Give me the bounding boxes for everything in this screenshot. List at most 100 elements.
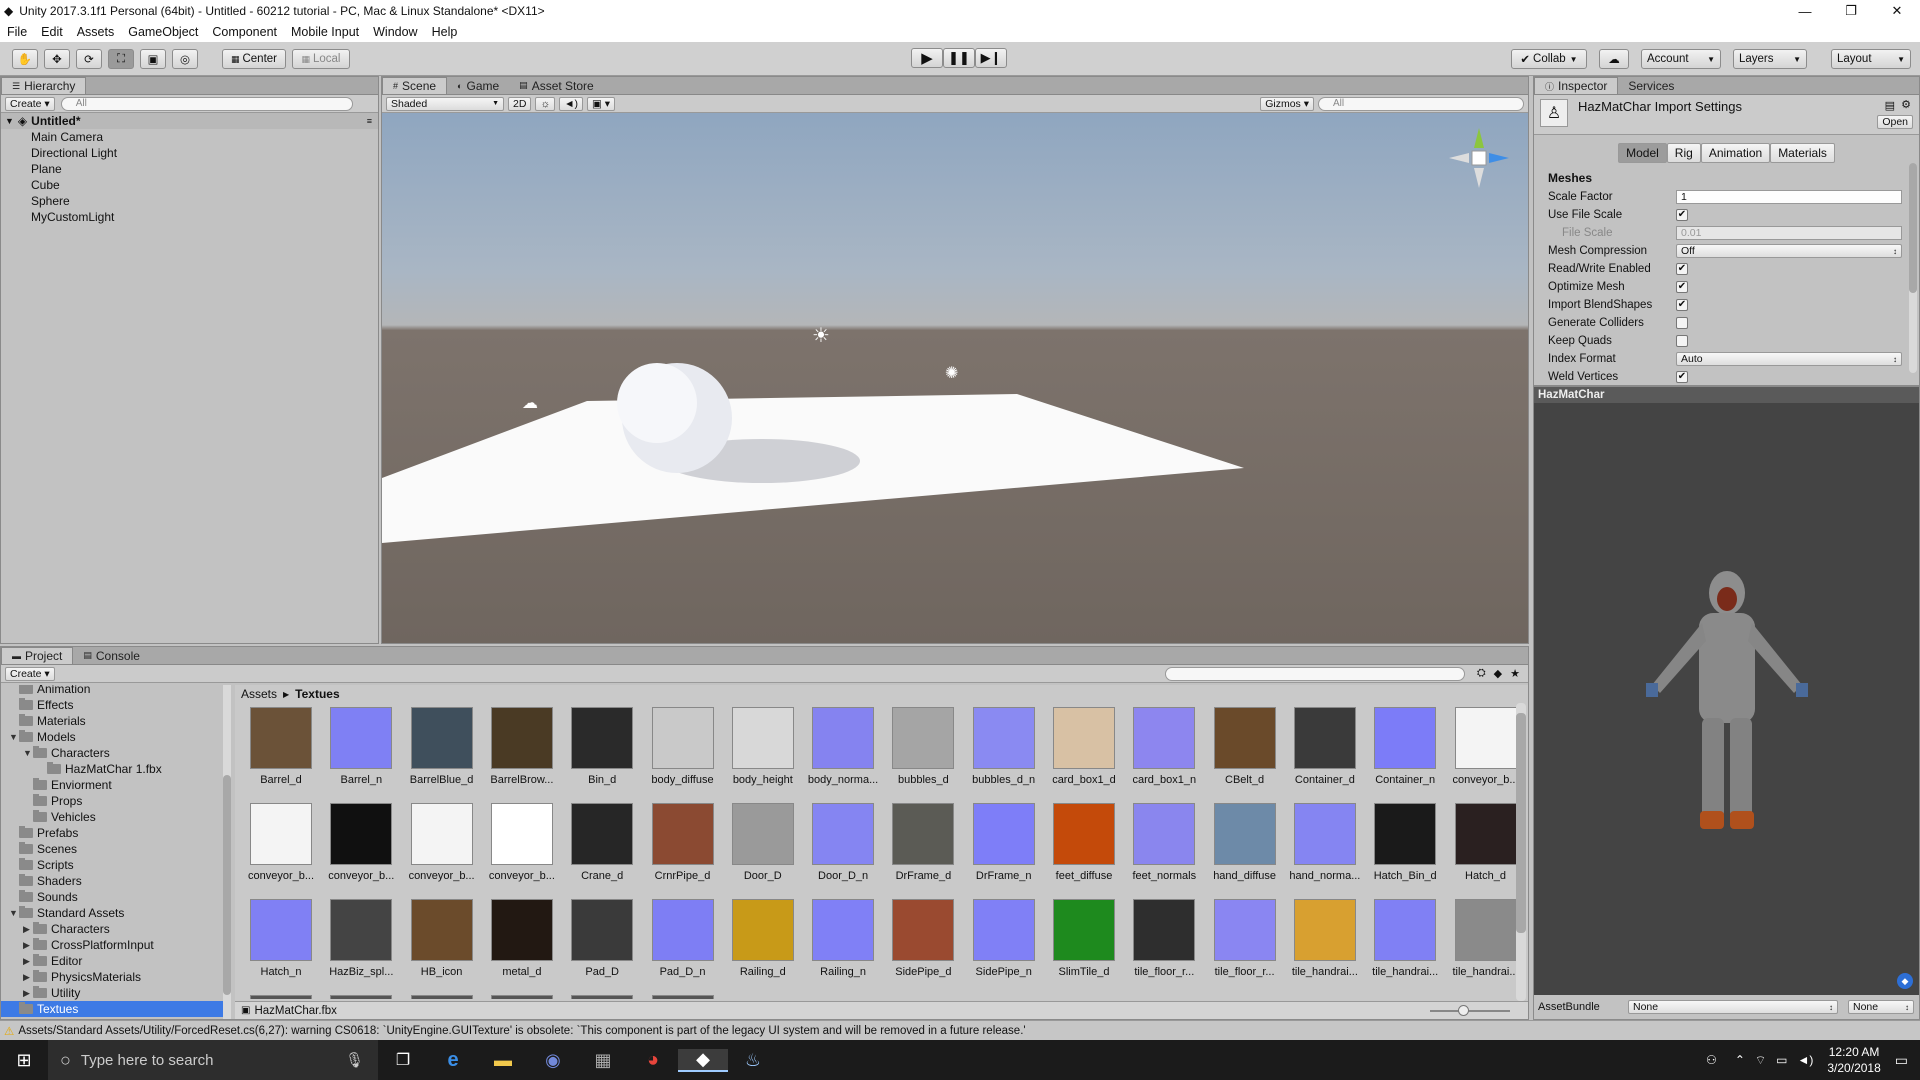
project-search-input[interactable] [1164, 666, 1465, 681]
folder-tree-item[interactable]: ▼ Standard Assets [1, 905, 223, 921]
assetbundle-dropdown[interactable]: None ↕ [1628, 1000, 1838, 1014]
favorite-star-icon[interactable]: ★ [1510, 667, 1520, 680]
asset-thumbnail[interactable]: tile_handrai... [1369, 899, 1441, 989]
taskbar-search-box[interactable]: ○ Type here to search 🎙 [48, 1040, 378, 1080]
network-icon[interactable]: ⌔ [1755, 1053, 1766, 1068]
asset-thumbnail[interactable]: conveyor_b... [1450, 707, 1522, 797]
expand-arrow-icon[interactable]: ▶ [23, 940, 33, 951]
asset-thumbnail[interactable]: card_box1_n [1128, 707, 1200, 797]
asset-thumbnail[interactable]: SidePipe_n [968, 899, 1040, 989]
discord-icon[interactable]: ◉ [528, 1050, 578, 1071]
hierarchy-item[interactable]: Main Camera [1, 129, 378, 145]
asset-thumbnail[interactable]: hand_diffuse [1209, 803, 1281, 893]
keep-quads-checkbox[interactable] [1676, 335, 1688, 347]
asset-thumbnail[interactable]: SlimTile_d [1048, 899, 1120, 989]
audio-toggle-icon[interactable]: ◄) [559, 96, 583, 111]
folder-tree-item[interactable]: ▶ Editor [1, 953, 223, 969]
asset-thumbnail[interactable]: Barrel_d [245, 707, 317, 797]
project-create-button[interactable]: Create ▾ [5, 666, 55, 681]
expand-arrow-icon[interactable]: ▶ [23, 972, 33, 983]
folder-tree-item[interactable]: Props [1, 793, 223, 809]
asset-thumbnail[interactable]: feet_diffuse [1048, 803, 1120, 893]
scale-factor-field[interactable]: 1 [1676, 190, 1902, 204]
expand-arrow-icon[interactable]: ▼ [9, 732, 19, 742]
camera-gizmo-icon[interactable]: ☁ [522, 393, 538, 413]
asset-thumbnail[interactable]: DrFrame_d [887, 803, 959, 893]
menu-file[interactable]: File [0, 25, 34, 39]
asset-thumbnail-partial[interactable] [651, 995, 714, 999]
asset-thumbnail[interactable]: Container_d [1289, 707, 1361, 797]
menu-assets[interactable]: Assets [70, 25, 122, 39]
hierarchy-create-button[interactable]: Create ▾ [5, 96, 55, 111]
scene-menu-icon[interactable]: ≡ [367, 116, 372, 126]
light-gizmo-icon[interactable]: ☀ [812, 323, 830, 348]
notifications-icon[interactable]: ▭ [1895, 1052, 1908, 1069]
scale-tool-icon[interactable]: ⛶ [108, 49, 134, 69]
asset-thumbnail[interactable]: conveyor_b... [486, 803, 558, 893]
scene-orientation-gizmo[interactable] [1444, 123, 1514, 193]
expand-arrow-icon[interactable]: ▼ [5, 116, 14, 126]
folder-tree-item[interactable]: Prefabs [1, 825, 223, 841]
layers-dropdown[interactable]: Layers ▼ [1733, 49, 1807, 69]
menu-gameobject[interactable]: GameObject [121, 25, 205, 39]
asset-thumbnail[interactable]: Door_D [727, 803, 799, 893]
asset-thumbnail[interactable]: HazBiz_spl... [325, 899, 397, 989]
asset-thumbnail[interactable]: bubbles_d_n [968, 707, 1040, 797]
asset-thumbnail[interactable]: hand_norma... [1289, 803, 1361, 893]
rotate-tool-icon[interactable]: ⟳ [76, 49, 102, 69]
asset-thumbnail[interactable]: CBelt_d [1209, 707, 1281, 797]
unity-taskbar-icon[interactable]: ◆ [678, 1048, 728, 1072]
tab-hierarchy[interactable]: ☰ Hierarchy [1, 77, 87, 94]
people-icon[interactable]: ⚇ [1706, 1053, 1717, 1067]
weld-vertices-checkbox[interactable]: ✔ [1676, 371, 1688, 383]
hand-tool-icon[interactable]: ✋ [12, 49, 38, 69]
folder-tree-item[interactable]: Effects [1, 697, 223, 713]
step-button[interactable]: ▶❙ [975, 48, 1007, 68]
tab-services[interactable]: Services [1618, 77, 1684, 94]
expand-arrow-icon[interactable]: ▶ [23, 924, 33, 935]
asset-thumbnail[interactable]: CrnrPipe_d [647, 803, 719, 893]
minimize-button[interactable]: — [1782, 0, 1828, 22]
section-tab-rig[interactable]: Rig [1666, 143, 1701, 163]
section-tab-animation[interactable]: Animation [1700, 143, 1771, 163]
read-write-checkbox[interactable]: ✔ [1676, 263, 1688, 275]
asset-thumbnail[interactable]: Hatch_n [245, 899, 317, 989]
folder-tree-item[interactable]: ▶ CrossPlatformInput [1, 937, 223, 953]
task-view-icon[interactable]: ❐ [378, 1050, 428, 1070]
expand-arrow-icon[interactable]: ▼ [9, 908, 19, 918]
hierarchy-item[interactable]: Directional Light [1, 145, 378, 161]
asset-thumbnail[interactable]: tile_floor_r... [1128, 899, 1200, 989]
index-format-dropdown[interactable]: Auto ↕ [1676, 352, 1902, 366]
asset-thumbnail[interactable]: Hatch_d [1450, 803, 1522, 893]
asset-thumbnail[interactable]: Pad_D_n [647, 899, 719, 989]
asset-thumbnail[interactable]: SidePipe_d [887, 899, 959, 989]
hierarchy-item[interactable]: Sphere [1, 193, 378, 209]
status-bar[interactable]: ⚠ Assets/Standard Assets/Utility/ForcedR… [0, 1020, 1920, 1040]
mode-2d-toggle[interactable]: 2D [508, 96, 532, 111]
asset-thumbnail[interactable]: body_diffuse [647, 707, 719, 797]
asset-thumbnail[interactable]: metal_d [486, 899, 558, 989]
menu-component[interactable]: Component [205, 25, 284, 39]
clock[interactable]: 12:20 AM 3/20/2018 [1827, 1044, 1880, 1076]
shading-dropdown[interactable]: Shaded ▼ [386, 96, 504, 111]
file-explorer-icon[interactable]: ▬ [478, 1050, 528, 1071]
help-book-icon[interactable]: ▤ [1885, 99, 1895, 112]
asset-thumbnail[interactable]: card_box1_d [1048, 707, 1120, 797]
asset-thumbnail[interactable]: DrFrame_n [968, 803, 1040, 893]
scene-search-input[interactable]: All [1318, 96, 1524, 111]
asset-thumbnail[interactable]: Bin_d [566, 707, 638, 797]
collab-button[interactable]: ✔ Collab ▼ [1511, 49, 1587, 69]
breadcrumb-assets[interactable]: Assets [241, 687, 277, 701]
folder-tree-item[interactable]: Scripts [1, 857, 223, 873]
scene-viewport[interactable]: ☀ ☁ ✺ [382, 113, 1528, 643]
volume-icon[interactable]: ◄) [1798, 1053, 1814, 1067]
custom-light-gizmo-icon[interactable]: ✺ [945, 363, 958, 383]
asset-thumbnail-partial[interactable] [571, 995, 634, 999]
asset-thumbnail[interactable]: body_height [727, 707, 799, 797]
grid-scrollbar[interactable] [1516, 703, 1526, 1001]
asset-label-icon[interactable]: ◆ [1897, 973, 1913, 989]
steam-icon[interactable]: ♨ [728, 1050, 778, 1071]
tab-inspector[interactable]: ⓘ Inspector [1534, 77, 1619, 94]
section-tab-materials[interactable]: Materials [1770, 143, 1835, 163]
edge-browser-icon[interactable]: e [428, 1049, 478, 1072]
